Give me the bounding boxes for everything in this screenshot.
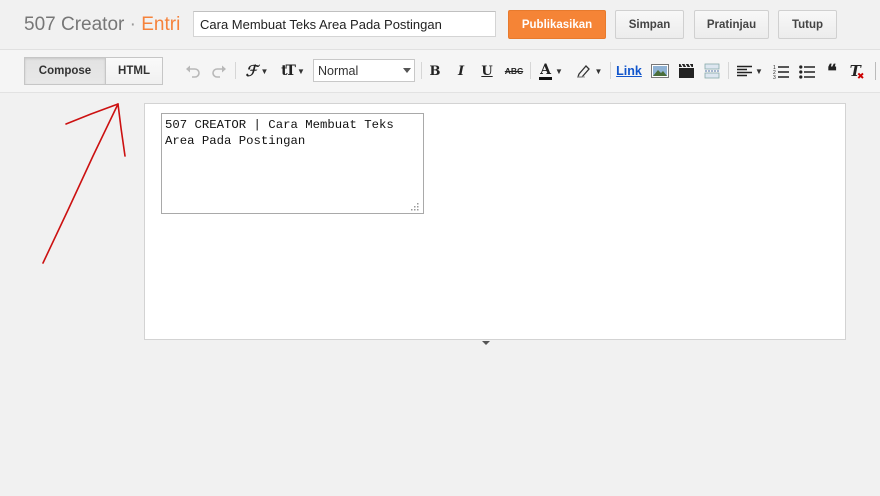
image-icon[interactable] [650,61,670,81]
text-color-icon: A [539,61,552,80]
bulleted-list-icon[interactable] [798,61,816,81]
breadcrumb-separator: · [129,14,136,35]
toolbar-separator [728,62,729,79]
quote-icon[interactable]: ❝ [823,61,841,82]
font-size-icon[interactable]: tT ▼ [278,61,308,81]
align-icon [737,65,753,76]
svg-text:3: 3 [773,75,776,79]
remove-x-icon: ✖ [856,70,865,81]
section-label: Entri [141,14,181,35]
embedded-textarea[interactable]: 507 CREATOR | Cara Membuat Teks Area Pad… [161,113,424,214]
editor-expand-icon[interactable] [482,341,490,345]
strikethrough-button[interactable]: ABC [503,61,525,81]
link-button[interactable]: Link [615,61,643,81]
font-family-icon[interactable]: ℱ ▼ [242,61,272,81]
redo-icon[interactable] [210,61,228,81]
html-mode-tab[interactable]: HTML [105,57,163,85]
jump-break-icon[interactable] [702,61,722,81]
preview-button[interactable]: Pratinjau [694,10,769,39]
toolbar-separator [530,62,531,79]
highlight-icon [576,65,590,78]
text-color-button[interactable]: A ▼ [536,61,566,81]
blog-name-breadcrumb[interactable]: 507 Creator · Entri [24,13,180,37]
bold-button[interactable]: B [427,61,443,81]
highlight-color-button[interactable]: ▼ [574,61,604,81]
close-button[interactable]: Tutup [778,10,837,39]
post-title-input[interactable] [193,11,496,37]
compose-mode-tab[interactable]: Compose [24,57,106,85]
remove-format-icon[interactable]: T ✖ [849,61,869,81]
toolbar-overflow-edge [875,62,876,80]
publish-button[interactable]: Publikasikan [508,10,606,39]
textarea-resize-grip[interactable] [408,200,420,212]
underline-button[interactable]: U [479,61,495,81]
chevron-down-icon [403,68,411,73]
toolbar-separator [610,62,611,79]
toolbar-separator [235,62,236,79]
italic-button[interactable]: I [453,61,469,81]
align-button[interactable]: ▼ [735,61,765,81]
blog-name: 507 Creator [24,14,125,35]
paragraph-format-select[interactable]: Normal [313,59,415,82]
format-select-value: Normal [318,63,359,78]
video-icon[interactable] [676,61,696,81]
toolbar-divider [0,92,880,93]
annotation-arrow-stroke [42,103,126,264]
undo-icon[interactable] [184,61,202,81]
toolbar-separator [421,62,422,79]
numbered-list-icon[interactable]: 123 [772,61,790,81]
editor-mode-toggle: Compose HTML [24,57,163,85]
save-button[interactable]: Simpan [615,10,684,39]
